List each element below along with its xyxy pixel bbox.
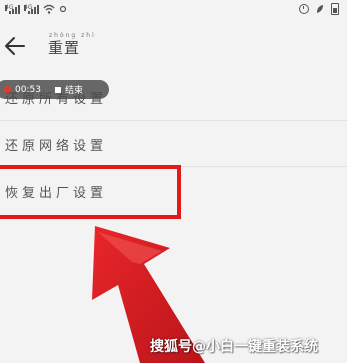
status-right <box>299 3 339 15</box>
list-item-reset-network-settings[interactable]: 还原网络设置 <box>0 121 347 169</box>
battery-icon <box>331 3 339 15</box>
signal-bars-icon: 4G <box>5 3 20 14</box>
list-item-label: 还原网络设置 <box>5 139 108 154</box>
network-type-label-2: 4G <box>24 3 33 11</box>
arrow-left-icon <box>5 37 25 55</box>
highlight-box <box>0 165 181 219</box>
recording-time: 00:53 <box>15 84 41 95</box>
status-bar: 4G 4G <box>0 0 347 20</box>
settings-gear-icon <box>59 5 67 13</box>
status-left: 4G 4G <box>5 4 67 14</box>
stop-icon <box>54 86 61 93</box>
network-type-label: 4G <box>5 3 14 11</box>
screen-recording-indicator[interactable]: 00:53 结束 <box>0 80 109 99</box>
page-title: zhòng zhì 重置 <box>48 32 96 57</box>
header: zhòng zhì 重置 <box>0 24 347 68</box>
recording-stop-label[interactable]: 结束 <box>65 83 83 96</box>
alarm-clock-icon <box>299 4 309 14</box>
leaf-icon <box>317 5 323 13</box>
record-dot-icon <box>4 86 11 93</box>
signal-bars-icon-2: 4G <box>24 3 39 14</box>
watermark: 搜狐号@小白一键重装系统 <box>150 339 318 355</box>
page-title-pinyin: zhòng zhì <box>49 32 96 39</box>
back-button[interactable] <box>2 32 30 60</box>
wifi-icon <box>43 4 55 14</box>
page-title-text: 重置 <box>48 39 81 57</box>
